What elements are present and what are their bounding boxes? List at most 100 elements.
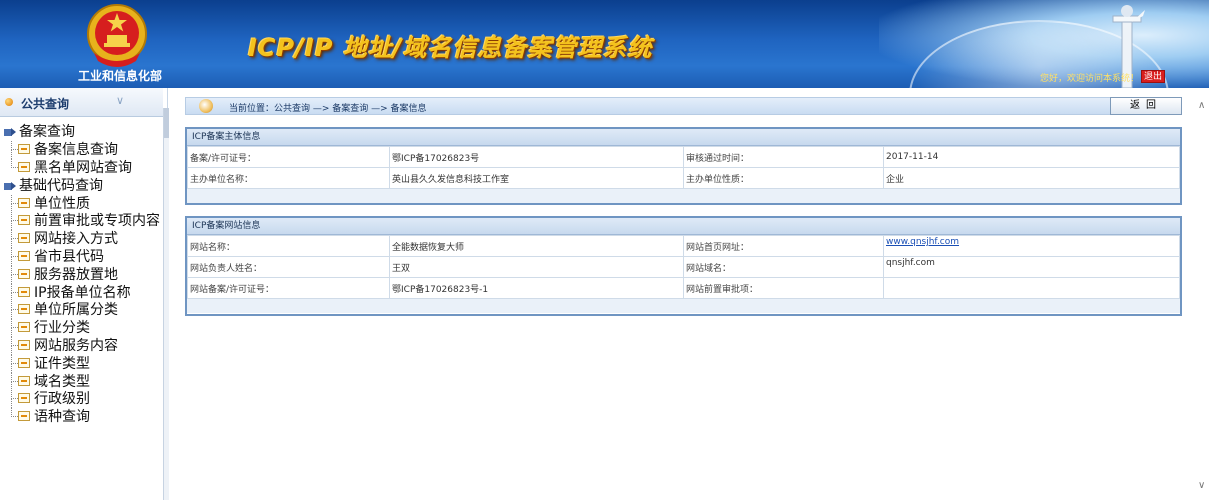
sidebar-item-unit-nature[interactable]: 单位性质	[0, 194, 163, 213]
sidebar-item-certificate-type[interactable]: 证件类型	[0, 354, 163, 373]
table-row: 主办单位名称： 英山县久久发信息科技工作室 主办单位性质： 企业	[187, 167, 1180, 189]
sidebar-item-region-code[interactable]: 省市县代码	[0, 247, 163, 266]
sidebar: 公共查询 ∨ 备案查询 备案信息查询 黑名单网站查询 基础代码查询 单位性质 前…	[0, 88, 169, 500]
subject-info-table: 备案/许可证号： 鄂ICP备17026823号 审核通过时间： 2017-11-…	[187, 146, 1180, 189]
folder-arrow-icon	[4, 128, 16, 136]
bullet-icon	[5, 98, 13, 106]
document-icon	[18, 375, 30, 386]
sidebar-scrollbar[interactable]	[163, 108, 169, 500]
home-icon[interactable]	[199, 99, 213, 113]
value-cell: 英山县久久发信息科技工作室	[389, 167, 684, 189]
homepage-link[interactable]: www.qnsjhf.com	[886, 237, 959, 247]
value-cell: 全能数据恢复大师	[389, 235, 684, 257]
document-icon	[18, 339, 30, 350]
sidebar-item-ip-unit-name[interactable]: IP报备单位名称	[0, 283, 163, 302]
label-cell: 主办单位性质：	[683, 167, 884, 189]
sidebar-item-label: 单位性质	[34, 195, 90, 212]
document-icon	[18, 357, 30, 368]
sidebar-item-language-query[interactable]: 语种查询	[0, 408, 163, 426]
label-cell: 网站首页网址：	[683, 235, 884, 257]
sidebar-item-label: 网站接入方式	[34, 231, 118, 248]
sidebar-item-label: 省市县代码	[34, 248, 104, 265]
national-emblem-icon	[87, 4, 147, 67]
sidebar-item-label: 行政级别	[34, 391, 90, 408]
sidebar-item-label: 行业分类	[34, 320, 90, 337]
breadcrumb-text: 当前位置：公共查询 —> 备案查询 —> 备案信息	[229, 104, 427, 114]
value-cell: 鄂ICP备17026823号-1	[389, 277, 684, 299]
logout-button[interactable]: 退出	[1141, 70, 1165, 83]
sidebar-item-service-content[interactable]: 网站服务内容	[0, 336, 163, 355]
document-icon	[18, 144, 30, 154]
label-cell: 网站负责人姓名：	[187, 256, 390, 278]
value-cell: 鄂ICP备17026823号	[389, 146, 684, 168]
welcome-text: 您好，欢迎访问本系统！	[1039, 74, 1139, 84]
table-row: 网站备案/许可证号： 鄂ICP备17026823号-1 网站前置审批项：	[187, 277, 1180, 299]
document-icon	[18, 233, 30, 244]
panel-title: ICP备案主体信息	[187, 129, 1180, 146]
sidebar-item-label: 网站服务内容	[34, 337, 118, 354]
table-row: 网站负责人姓名： 王双 网站域名： qnsjhf.com	[187, 256, 1180, 278]
table-row: 网站名称： 全能数据恢复大师 网站首页网址： www.qnsjhf.com	[187, 235, 1180, 257]
breadcrumb: 当前位置：公共查询 —> 备案查询 —> 备案信息	[185, 97, 1182, 115]
document-icon	[18, 215, 30, 226]
document-icon	[18, 322, 30, 333]
sidebar-item-label: 域名类型	[34, 373, 90, 390]
label-cell: 网站名称：	[187, 235, 390, 257]
panel-footer	[187, 299, 1180, 313]
document-icon	[18, 197, 30, 208]
sidebar-item-domain-type[interactable]: 域名类型	[0, 372, 163, 391]
label-cell: 审核通过时间：	[683, 146, 884, 168]
main-scrollbar[interactable]: ∧ ∨	[1197, 88, 1209, 500]
header-banner: 工业和信息化部 ICP/IP 地址/域名信息备案管理系统 您好，欢迎访问本系统！…	[0, 0, 1209, 88]
value-cell: 企业	[883, 167, 1180, 189]
sidebar-item-label: 证件类型	[34, 355, 90, 372]
document-icon	[18, 268, 30, 279]
sidebar-item-label: 服务器放置地	[34, 266, 118, 283]
value-cell: www.qnsjhf.com	[883, 235, 1180, 257]
label-cell: 网站备案/许可证号：	[187, 277, 390, 299]
sidebar-item-record-info-query[interactable]: 备案信息查询	[0, 141, 163, 159]
panel-footer	[187, 189, 1180, 203]
system-title: ICP/IP 地址/域名信息备案管理系统	[248, 34, 653, 62]
panel-title: ICP备案网站信息	[187, 218, 1180, 235]
sidebar-item-access-method[interactable]: 网站接入方式	[0, 230, 163, 249]
sidebar-item-label: 前置审批或专项内容	[34, 213, 160, 230]
table-row: 备案/许可证号： 鄂ICP备17026823号 审核通过时间： 2017-11-…	[187, 146, 1180, 168]
value-cell: 王双	[389, 256, 684, 278]
sidebar-item-unit-category[interactable]: 单位所属分类	[0, 301, 163, 320]
tree-group-base-code-query[interactable]: 基础代码查询	[0, 177, 163, 195]
label-cell: 网站前置审批项：	[683, 277, 884, 299]
label-cell: 主办单位名称：	[187, 167, 390, 189]
label-cell: 网站域名：	[683, 256, 884, 278]
sidebar-item-label: 语种查询	[34, 409, 90, 426]
sidebar-item-admin-level[interactable]: 行政级别	[0, 390, 163, 409]
sidebar-item-server-location[interactable]: 服务器放置地	[0, 265, 163, 284]
back-button[interactable]: 返回	[1110, 97, 1182, 115]
document-icon	[18, 393, 30, 404]
sidebar-item-industry[interactable]: 行业分类	[0, 319, 163, 338]
icp-subject-panel: ICP备案主体信息 备案/许可证号： 鄂ICP备17026823号 审核通过时间…	[185, 127, 1182, 205]
sidebar-item-label: 单位所属分类	[34, 302, 118, 319]
document-icon	[18, 250, 30, 261]
site-info-table: 网站名称： 全能数据恢复大师 网站首页网址： www.qnsjhf.com 网站…	[187, 235, 1180, 299]
document-icon	[18, 161, 30, 172]
tree-group-record-query[interactable]: 备案查询	[0, 123, 163, 141]
main-content: 当前位置：公共查询 —> 备案查询 —> 备案信息 返回 ICP备案主体信息 备…	[170, 88, 1197, 500]
sidebar-item-pre-approval[interactable]: 前置审批或专项内容	[0, 212, 163, 231]
icp-site-panel: ICP备案网站信息 网站名称： 全能数据恢复大师 网站首页网址： www.qns…	[185, 216, 1182, 316]
sidebar-title: 公共查询	[21, 97, 70, 111]
sidebar-item-blacklist-query[interactable]: 黑名单网站查询	[0, 158, 163, 177]
sidebar-item-label: 黑名单网站查询	[34, 159, 132, 176]
tree-group-label: 基础代码查询	[19, 177, 103, 194]
value-cell	[883, 277, 1180, 299]
value-cell: 2017-11-14	[883, 146, 1180, 168]
value-cell: qnsjhf.com	[883, 256, 1180, 278]
ministry-name: 工业和信息化部	[78, 69, 163, 83]
chevron-down-icon[interactable]: ∨	[116, 94, 124, 107]
chevron-up-icon[interactable]: ∧	[1198, 100, 1205, 111]
document-icon	[18, 304, 30, 315]
chevron-down-icon[interactable]: ∨	[1198, 480, 1205, 491]
sidebar-item-label: IP报备单位名称	[34, 284, 131, 301]
document-icon	[18, 411, 30, 422]
tree-group-label: 备案查询	[19, 124, 75, 140]
